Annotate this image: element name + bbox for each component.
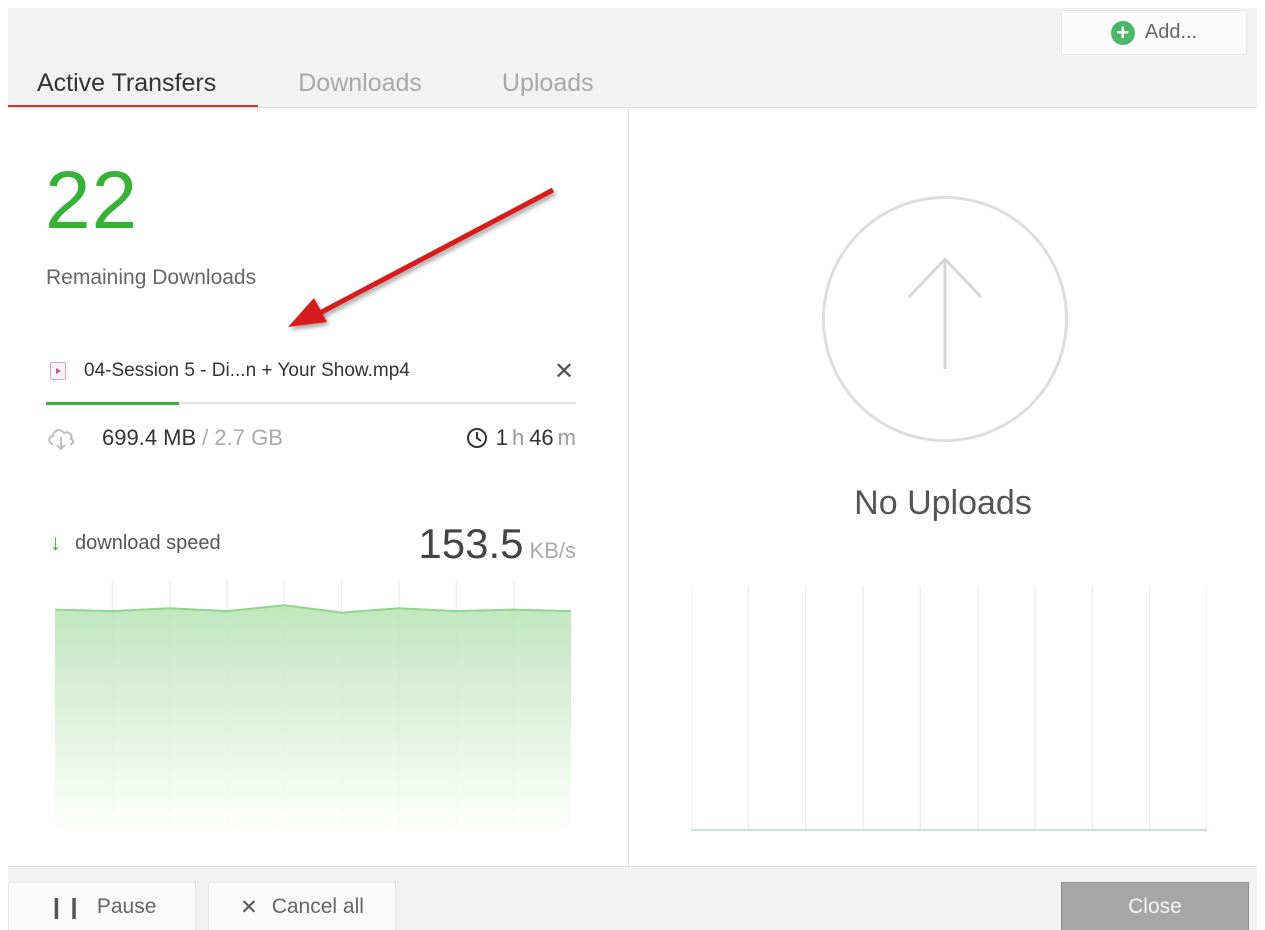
eta-hours: 1 (495, 425, 508, 450)
time-remaining: 1 h 46 m (466, 420, 576, 456)
active-download-row: 04-Session 5 - Di...n + Your Show.mp4 ✕ (46, 356, 576, 386)
plus-circle-icon: + (1110, 20, 1135, 45)
no-uploads-text: No Uploads (854, 484, 1032, 522)
downloads-panel: 22 Remaining Downloads 04-Session 5 - Di… (8, 108, 628, 866)
download-size-row: 699.4 MB / 2.7 GB 1 h 46 m (46, 420, 576, 456)
close-button-label: Close (1128, 895, 1182, 918)
download-progress-fill (46, 402, 179, 405)
pause-button-label: Pause (96, 895, 157, 918)
download-speed-chart-svg (54, 580, 572, 832)
close-icon[interactable]: ✕ (552, 356, 576, 386)
size-downloaded: 699.4 MB (102, 425, 197, 450)
cloud-download-icon (48, 429, 75, 451)
file-name: 04-Session 5 - Di...n + Your Show.mp4 (84, 360, 410, 381)
close-button[interactable]: Close (1061, 882, 1249, 930)
download-speed-value: 153.5 (418, 520, 524, 567)
eta-hours-unit: h (511, 425, 525, 450)
cancel-all-button[interactable]: ✕ Cancel all (208, 882, 396, 930)
eta-minutes-unit: m (557, 425, 576, 450)
download-progress-bar (46, 402, 576, 405)
download-speed-label-row: ↓ download speed (50, 528, 221, 558)
add-button[interactable]: + Add... (1061, 10, 1247, 55)
upload-speed-chart-svg (690, 586, 1208, 832)
tab-label: Downloads (298, 68, 422, 97)
tab-label: Active Transfers (37, 68, 217, 97)
download-speed-unit: KB/s (529, 538, 576, 563)
uploads-panel: No Uploads (629, 108, 1257, 866)
tab-active-transfers[interactable]: Active Transfers (8, 59, 259, 107)
download-speed-readout: 153.5 KB/s (418, 520, 576, 568)
cancel-all-button-label: Cancel all (271, 895, 364, 918)
download-speed-label: download speed (75, 531, 221, 554)
transfers-window: + Add... Active Transfers Downloads Uplo… (0, 0, 1265, 930)
down-arrow-icon: ↓ (50, 530, 61, 555)
upload-speed-chart (690, 586, 1208, 832)
download-speed-chart (54, 580, 572, 832)
clock-icon (466, 428, 487, 448)
add-button-label: Add... (1144, 21, 1198, 43)
close-icon: ✕ (240, 895, 258, 919)
remaining-downloads-count: 22 (45, 155, 139, 246)
pause-icon: ❙❙ (47, 895, 83, 919)
pause-button[interactable]: ❙❙ Pause (8, 882, 196, 930)
tab-label: Uploads (501, 68, 594, 97)
video-file-icon (50, 362, 66, 380)
remaining-downloads-label: Remaining Downloads (46, 266, 257, 289)
tab-bar: Active Transfers Downloads Uploads (8, 59, 634, 107)
eta-minutes: 46 (529, 425, 554, 450)
tab-downloads[interactable]: Downloads (258, 59, 462, 107)
header: + Add... Active Transfers Downloads Uplo… (8, 8, 1257, 108)
download-speed-area (55, 605, 571, 832)
tab-uploads[interactable]: Uploads (462, 59, 634, 107)
size-total: / 2.7 GB (202, 425, 283, 450)
footer: ❙❙ Pause ✕ Cancel all Close (8, 866, 1257, 930)
upload-arrow-icon (907, 256, 983, 369)
upload-empty-circle (822, 196, 1068, 442)
